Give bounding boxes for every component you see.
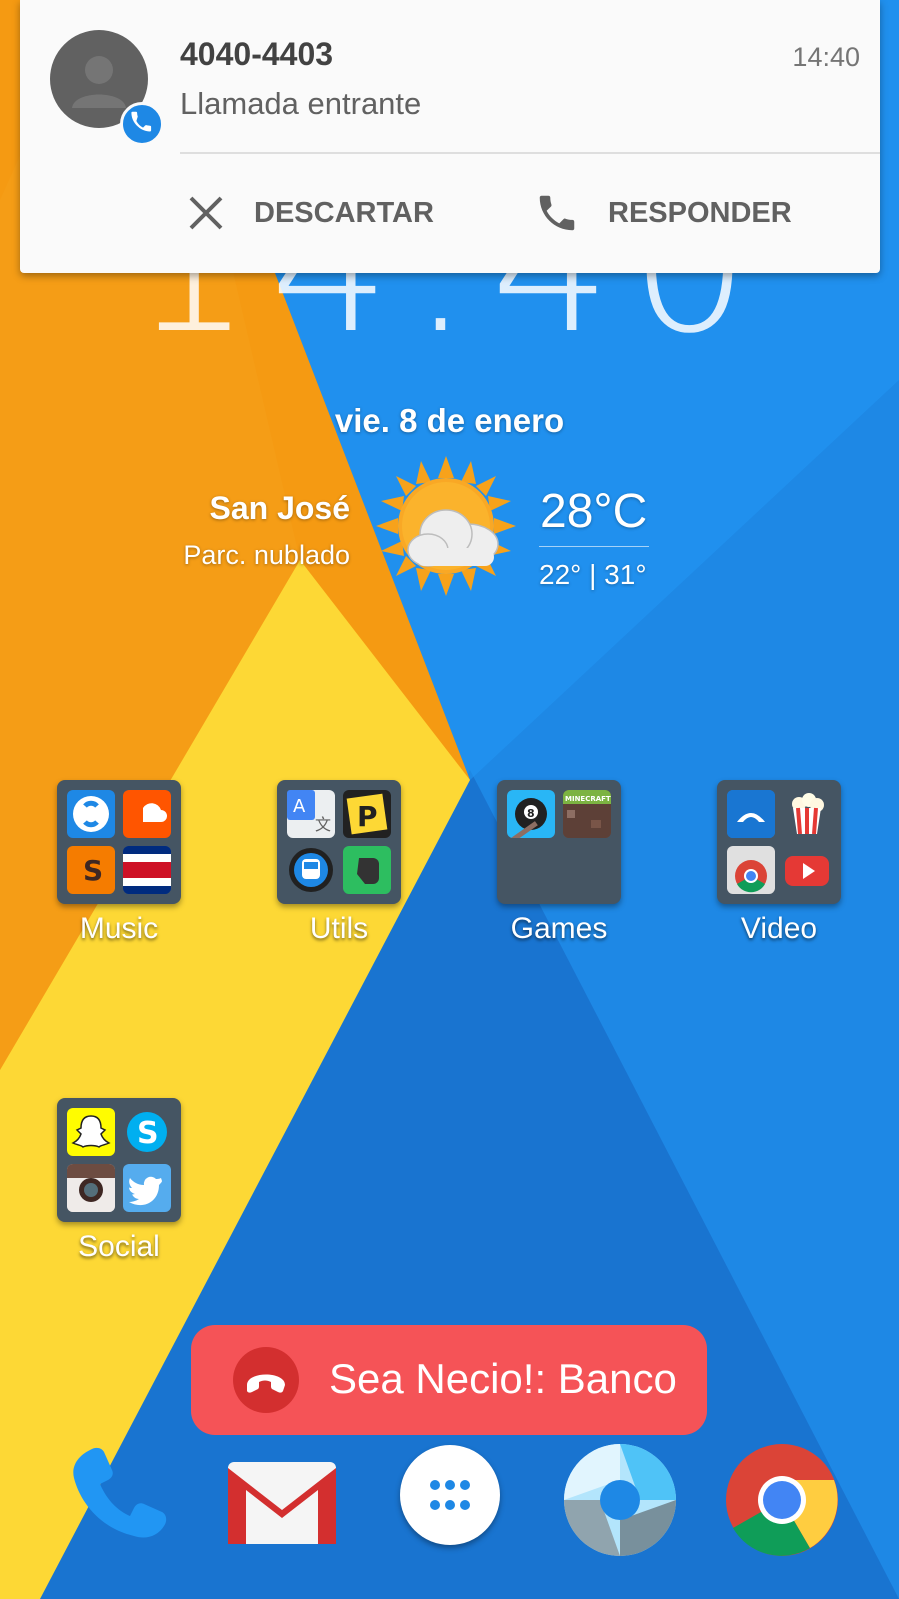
- svg-text:文: 文: [315, 815, 331, 834]
- incoming-call-notification[interactable]: 4040-4403 Llamada entrante 14:40 DESCART…: [20, 0, 880, 273]
- close-icon: [189, 196, 223, 230]
- notification-subtitle: Llamada entrante: [180, 86, 422, 121]
- 8-ball-pool-icon: 8: [507, 790, 555, 838]
- svg-text:A: A: [293, 796, 306, 817]
- popcorn-icon: [783, 790, 831, 838]
- svg-text:P: P: [357, 800, 378, 833]
- folder-music[interactable]: S: [57, 780, 181, 904]
- skype-icon: S: [123, 1108, 171, 1156]
- bus-icon: [287, 846, 335, 894]
- dismiss-label: DESCARTAR: [254, 196, 434, 229]
- partly-cloudy-icon[interactable]: [376, 456, 516, 596]
- twitter-icon: [123, 1164, 171, 1212]
- costa-rica-flag-icon: [123, 846, 171, 894]
- shazam-icon: [67, 790, 115, 838]
- gmail-icon[interactable]: [222, 1446, 342, 1566]
- picsart-icon: P: [343, 790, 391, 838]
- divider: [539, 546, 649, 547]
- weather-city[interactable]: San José: [209, 490, 350, 527]
- date-label[interactable]: vie. 8 de enero: [0, 402, 899, 440]
- evernote-icon: [343, 846, 391, 894]
- folder-label-social: Social: [78, 1230, 160, 1263]
- dots-grid-icon: [430, 1480, 470, 1510]
- folder-video[interactable]: [717, 780, 841, 904]
- folder-label-utils: Utils: [309, 912, 369, 945]
- answer-button[interactable]: RESPONDER: [534, 185, 792, 241]
- cast-icon: [727, 790, 775, 838]
- folder-games[interactable]: 8 MINECRAFT: [497, 780, 621, 904]
- app-drawer-icon[interactable]: [400, 1445, 500, 1545]
- dismiss-button[interactable]: DESCARTAR: [186, 185, 434, 241]
- phone-icon: [539, 195, 575, 231]
- end-call-icon: [233, 1347, 299, 1413]
- weather-condition: Parc. nublado: [183, 540, 350, 570]
- chrome-icon[interactable]: [722, 1440, 842, 1560]
- phone-icon[interactable]: [60, 1440, 180, 1560]
- chrome-icon: [727, 846, 775, 894]
- svg-text:S: S: [137, 1116, 159, 1151]
- folder-utils[interactable]: A文 P: [277, 780, 401, 904]
- answer-label: RESPONDER: [608, 196, 792, 229]
- snapchat-icon: [67, 1108, 115, 1156]
- divider: [180, 152, 880, 154]
- soundcloud-icon: [123, 790, 171, 838]
- svg-text:MINECRAFT: MINECRAFT: [565, 795, 611, 803]
- weather-temp: 28°C: [540, 485, 648, 538]
- weather-range: 22° | 31°: [539, 559, 647, 590]
- translate-icon: A文: [287, 790, 335, 838]
- call-toast[interactable]: Sea Necio!: Banco: [191, 1325, 707, 1435]
- soundhound-icon: S: [67, 846, 115, 894]
- phone-badge-icon: [120, 102, 164, 146]
- folder-social[interactable]: S: [57, 1098, 181, 1222]
- notification-time: 14:40: [792, 42, 860, 72]
- caller-number: 4040-4403: [180, 36, 334, 72]
- folder-label-games: Games: [510, 912, 608, 945]
- svg-text:8: 8: [527, 807, 535, 820]
- camera-icon[interactable]: [560, 1440, 680, 1560]
- youtube-icon: [783, 846, 831, 894]
- folder-label-music: Music: [79, 912, 159, 945]
- instagram-icon: [67, 1164, 115, 1212]
- minecraft-icon: MINECRAFT: [563, 790, 611, 838]
- svg-text:S: S: [83, 854, 103, 887]
- toast-text: Sea Necio!: Banco: [329, 1355, 677, 1402]
- folder-label-video: Video: [740, 912, 818, 945]
